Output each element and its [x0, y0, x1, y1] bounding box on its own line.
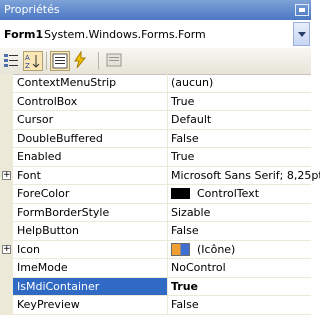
- column-divider[interactable]: [167, 259, 168, 277]
- row-gutter: [0, 277, 13, 295]
- property-value[interactable]: (Icône): [197, 243, 235, 256]
- property-name: ImeMode: [17, 261, 68, 274]
- categorized-icon[interactable]: [2, 51, 22, 71]
- row-gutter: [0, 148, 13, 166]
- property-name: Icon: [17, 242, 40, 256]
- object-selector[interactable]: Form1 System.Windows.Forms.Form: [0, 20, 311, 49]
- property-pages-icon[interactable]: [105, 51, 125, 71]
- property-row-contextmenustrip[interactable]: ContextMenuStrip (aucun): [0, 74, 311, 93]
- svg-text:A: A: [25, 54, 30, 62]
- property-name: Font: [17, 168, 41, 182]
- column-divider[interactable]: [167, 166, 168, 184]
- property-row-controlbox[interactable]: ControlBox True: [0, 92, 311, 111]
- pin-icon[interactable]: [295, 4, 309, 16]
- property-row-cursor[interactable]: Cursor Default: [0, 111, 311, 130]
- property-value[interactable]: False: [171, 132, 199, 145]
- events-icon[interactable]: [71, 50, 91, 71]
- property-row-imemode[interactable]: ImeMode NoControl: [0, 259, 311, 278]
- property-name: FormBorderStyle: [17, 205, 110, 219]
- column-divider[interactable]: [167, 296, 168, 314]
- toolbar-separator: [98, 52, 99, 70]
- object-name: Form1: [4, 28, 44, 41]
- column-divider[interactable]: [167, 148, 168, 166]
- property-value[interactable]: (aucun): [171, 76, 213, 89]
- property-value[interactable]: False: [171, 224, 199, 237]
- property-value[interactable]: True: [171, 150, 194, 163]
- property-row-helpbutton[interactable]: HelpButton False: [0, 222, 311, 241]
- property-name: ControlBox: [17, 94, 78, 108]
- chevron-down-icon[interactable]: [293, 22, 310, 46]
- row-gutter: [0, 185, 13, 203]
- property-value[interactable]: Microsoft Sans Serif; 8,25pt: [171, 169, 320, 182]
- property-value[interactable]: Default: [171, 113, 211, 126]
- property-row-forecolor[interactable]: ForeColor ControlText: [0, 185, 311, 204]
- properties-title-bar: Propriétés: [0, 0, 311, 20]
- property-name: Cursor: [17, 113, 54, 126]
- property-row-icon[interactable]: + Icon (Icône): [0, 240, 311, 259]
- property-row-doublebuffered[interactable]: DoubleBuffered False: [0, 129, 311, 148]
- row-gutter: [0, 111, 13, 129]
- row-gutter: [0, 92, 13, 110]
- row-gutter: [0, 129, 13, 147]
- property-name: DoubleBuffered: [17, 131, 103, 145]
- property-value[interactable]: False: [171, 298, 199, 311]
- column-divider[interactable]: [167, 129, 168, 147]
- row-gutter: [0, 259, 13, 277]
- property-row-formborderstyle[interactable]: FormBorderStyle Sizable: [0, 203, 311, 222]
- property-grid: ContextMenuStrip (aucun) ControlBox True…: [0, 74, 320, 315]
- form-icon-preview: [171, 242, 190, 256]
- column-divider[interactable]: [167, 74, 168, 92]
- property-name: KeyPreview: [17, 298, 80, 311]
- column-divider[interactable]: [167, 222, 168, 240]
- property-value[interactable]: Sizable: [171, 206, 210, 219]
- column-divider[interactable]: [167, 277, 168, 295]
- property-value[interactable]: True: [171, 95, 194, 108]
- column-divider[interactable]: [167, 92, 168, 110]
- property-name: HelpButton: [17, 224, 79, 237]
- row-gutter: [0, 74, 13, 92]
- property-name: Enabled: [17, 150, 62, 163]
- properties-toolbar: AZ: [0, 48, 311, 75]
- property-value[interactable]: True: [171, 280, 198, 293]
- property-value[interactable]: NoControl: [171, 261, 226, 274]
- column-divider[interactable]: [167, 203, 168, 221]
- color-swatch: [171, 188, 190, 199]
- property-row-ismdicontainer[interactable]: IsMdiContainer True: [0, 277, 311, 296]
- properties-icon[interactable]: [50, 51, 70, 71]
- column-divider[interactable]: [167, 111, 168, 129]
- property-row-enabled[interactable]: Enabled True: [0, 148, 311, 167]
- property-name: ContextMenuStrip: [17, 76, 117, 89]
- expand-icon[interactable]: +: [2, 244, 11, 254]
- svg-text:Z: Z: [25, 62, 30, 70]
- property-name: ForeColor: [17, 187, 70, 200]
- property-name: IsMdiContainer: [17, 279, 100, 293]
- property-value[interactable]: ControlText: [197, 187, 259, 200]
- row-gutter: [0, 222, 13, 240]
- row-gutter: [0, 296, 13, 314]
- row-gutter: [0, 203, 13, 221]
- panel-title: Propriétés: [4, 3, 60, 16]
- column-divider[interactable]: [167, 240, 168, 258]
- column-divider[interactable]: [167, 185, 168, 203]
- property-row-keypreview[interactable]: KeyPreview False: [0, 296, 311, 315]
- alphabetical-icon[interactable]: AZ: [23, 51, 43, 71]
- object-type: System.Windows.Forms.Form: [44, 28, 206, 41]
- toolbar-separator: [46, 52, 47, 70]
- expand-icon[interactable]: +: [2, 170, 11, 180]
- property-row-font[interactable]: + Font Microsoft Sans Serif; 8,25pt: [0, 166, 320, 185]
